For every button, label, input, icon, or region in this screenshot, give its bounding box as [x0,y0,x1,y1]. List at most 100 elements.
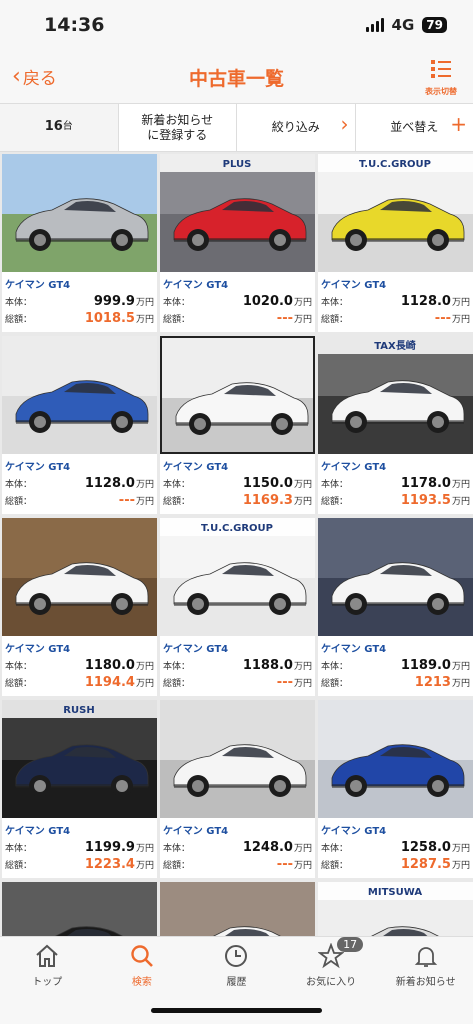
body-price-value: 1178.0 [400,476,451,491]
total-price-label: 総額： [5,861,33,871]
total-price-label: 総額： [163,315,191,325]
price-unit: 万円 [293,844,312,854]
price-unit: 万円 [135,480,154,490]
car-photo [2,518,157,636]
car-card[interactable]: RUSH ケイマン GT4 本体： 1199.9万円 総額： 1223.4万円 [2,700,157,878]
body-price-label: 本体： [163,662,191,672]
total-price-label: 総額： [321,861,349,871]
car-info: ケイマン GT4 本体： 999.9万円 総額： 1018.5万円 [2,272,157,328]
total-price-value: --- [276,311,293,326]
car-info: ケイマン GT4 本体： 1020.0万円 総額： ---万円 [160,272,315,328]
body-price-value: 1180.0 [84,658,135,673]
price-unit: 万円 [135,315,154,325]
total-price-label: 総額： [321,679,349,689]
body-price-row: 本体： 999.9万円 [5,294,154,311]
total-price-label: 総額： [5,679,33,689]
price-unit: 万円 [135,844,154,854]
register-alert-button[interactable]: 新着お知らせ に登録する [119,104,237,151]
car-card[interactable]: T.U.C.GROUP ケイマン GT4 本体： 1188.0万円 総額： ---万円 [160,518,315,696]
car-info: ケイマン GT4 本体： 1188.0万円 総額： ---万円 [160,636,315,692]
favorites-badge: 17 [337,937,364,952]
price-unit: 万円 [135,497,154,507]
price-unit: 万円 [135,662,154,672]
price-unit: 万円 [293,298,312,308]
car-name: ケイマン GT4 [163,644,229,655]
car-photo-icon: T.U.C.GROUP [160,518,315,636]
car-name: ケイマン GT4 [163,826,229,837]
car-info: ケイマン GT4 本体： 1258.0万円 総額： 1287.5万円 [318,818,473,874]
car-photo: TAX長崎 [318,336,473,454]
clock-icon [225,945,248,967]
car-info: ケイマン GT4 本体： 1199.9万円 総額： 1223.4万円 [2,818,157,874]
car-photo-icon [2,336,157,454]
search-icon [131,945,153,967]
price-unit: 万円 [451,315,470,325]
car-photo [160,700,315,818]
total-price-value: 1287.5 [400,857,451,872]
car-card[interactable]: ケイマン GT4 本体： 1128.0万円 総額： ---万円 [2,336,157,514]
total-price-value: 1223.4 [84,857,135,872]
body-price-label: 本体： [321,480,349,490]
tab-top[interactable]: トップ [0,937,95,1024]
body-price-label: 本体： [5,480,33,490]
total-price-row: 総額： 1223.4万円 [5,857,154,874]
body-price-value: 1188.0 [242,658,293,673]
car-name: ケイマン GT4 [321,280,387,291]
body-price-row: 本体： 1199.9万円 [5,840,154,857]
car-card[interactable]: ケイマン GT4 本体： 1189.0万円 総額： 1213万円 [318,518,473,696]
svg-text:PLUS: PLUS [223,159,252,170]
body-price-label: 本体： [321,844,349,854]
narrow-label: 絞り込み [271,120,320,134]
car-card[interactable]: ケイマン GT4 本体： 1150.0万円 総額： 1169.3万円 [160,336,315,514]
car-card[interactable]: ケイマン GT4 本体： 1248.0万円 総額： ---万円 [160,700,315,878]
car-card[interactable]: ケイマン GT4 本体： 999.9万円 総額： 1018.5万円 [2,154,157,332]
total-price-label: 総額： [321,315,349,325]
signal-icon [365,18,384,32]
car-info: ケイマン GT4 本体： 1128.0万円 総額： ---万円 [318,272,473,328]
car-card[interactable]: T.U.C.GROUP ケイマン GT4 本体： 1128.0万円 総額： ---万円 [318,154,473,332]
car-card[interactable]: PLUS ケイマン GT4 本体： 1020.0万円 総額： ---万円 [160,154,315,332]
price-unit: 万円 [451,679,470,689]
svg-text:T.U.C.GROUP: T.U.C.GROUP [359,159,431,170]
car-photo-icon [160,700,315,818]
tab-notifications[interactable]: 新着お知らせ [378,937,473,1024]
car-grid: ケイマン GT4 本体： 999.9万円 総額： 1018.5万円 PLUS ケイマン GT… [0,152,473,952]
car-card[interactable]: TAX長崎 ケイマン GT4 本体： 1178.0万円 総額： 1193.5万円 [318,336,473,514]
body-price-label: 本体： [321,298,349,308]
narrow-button[interactable]: 絞り込み › [237,104,356,151]
body-price-row: 本体： 1188.0万円 [163,658,312,675]
car-photo-icon: RUSH [2,700,157,818]
result-count: 16 台 [0,104,119,151]
total-price-row: 総額： ---万円 [5,493,154,510]
status-right: 4G 79 [365,16,447,34]
display-toggle-button[interactable]: 表示切替 [419,58,463,97]
chevron-right-icon: › [340,112,349,136]
car-photo-icon [318,700,473,818]
car-photo-icon [162,338,313,452]
body-price-value: 1199.9 [84,840,135,855]
car-card[interactable]: ケイマン GT4 本体： 1258.0万円 総額： 1287.5万円 [318,700,473,878]
body-price-value: 1248.0 [242,840,293,855]
total-price-row: 総額： 1213万円 [321,675,470,692]
car-photo: T.U.C.GROUP [318,154,473,272]
car-info: ケイマン GT4 本体： 1248.0万円 総額： ---万円 [160,818,315,874]
car-name: ケイマン GT4 [163,280,229,291]
car-card[interactable]: ケイマン GT4 本体： 1180.0万円 総額： 1194.4万円 [2,518,157,696]
bell-icon [414,947,437,967]
tab-search-label: 検索 [131,977,152,988]
total-price-label: 総額： [163,861,191,871]
sort-button[interactable]: 並べ替え + [356,104,473,151]
body-price-value: 999.9 [93,294,135,309]
sort-label: 並べ替え [390,120,439,134]
car-photo [2,154,157,272]
total-price-label: 総額： [321,497,349,507]
body-price-label: 本体： [5,298,33,308]
body-price-row: 本体： 1150.0万円 [163,476,312,493]
price-unit: 万円 [451,497,470,507]
price-unit: 万円 [293,861,312,871]
price-unit: 万円 [451,298,470,308]
price-unit: 万円 [293,662,312,672]
price-unit: 万円 [451,861,470,871]
home-icon [36,944,58,967]
list-icon [431,60,451,78]
